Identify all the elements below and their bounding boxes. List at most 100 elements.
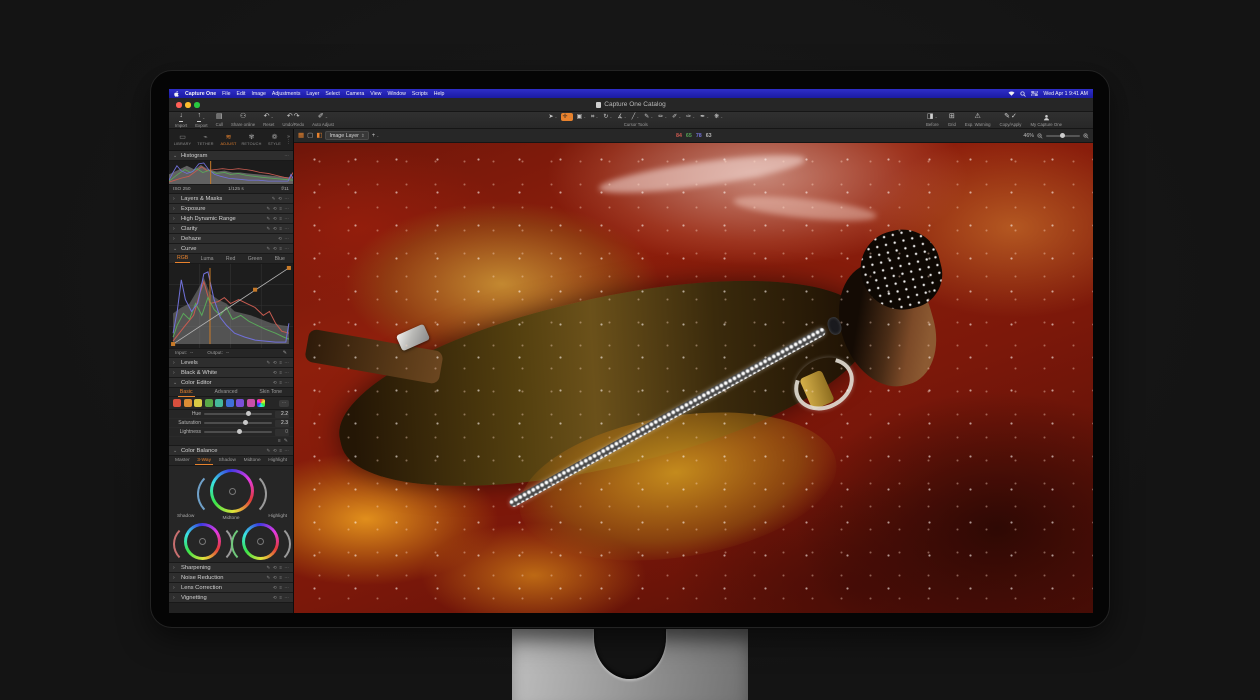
minimize-window-button[interactable] xyxy=(185,102,191,108)
import-button[interactable]: ↓ Import xyxy=(172,112,190,128)
auto-adjust-button[interactable]: ✐⌄ Auto Adjust xyxy=(309,112,337,128)
swatch-more-button[interactable]: ⋯ xyxy=(279,400,289,407)
panel-pen-icon[interactable]: ✎ xyxy=(267,360,271,366)
swatch-magenta[interactable] xyxy=(247,399,255,407)
color-editor-panel-header[interactable]: ⌄ Color Editor ⟲≡⋯ xyxy=(169,378,293,388)
tab-library[interactable]: ▭LIBRARY xyxy=(171,133,194,146)
erase-mask-tool[interactable]: ✐⌄ xyxy=(671,113,683,121)
straighten-tool[interactable]: ╱⌄ xyxy=(630,113,641,121)
panel-more-icon[interactable]: ⋯ xyxy=(284,206,289,212)
menu-clock[interactable]: Wed Apr 1 9:41 AM xyxy=(1043,91,1088,97)
copy-apply-button[interactable]: ✎✓ Copy/Apply xyxy=(996,112,1024,128)
shadow-color-wheel[interactable] xyxy=(184,523,221,560)
zoom-out-icon[interactable] xyxy=(1037,133,1043,139)
panel-reset-icon[interactable]: ⟲ xyxy=(273,226,277,232)
menu-window[interactable]: Window xyxy=(387,91,405,97)
before-button[interactable]: ◨⌄ Before xyxy=(923,112,942,128)
panel-preset-icon[interactable]: ≡ xyxy=(279,370,282,376)
swatch-blue[interactable] xyxy=(226,399,234,407)
menu-help[interactable]: Help xyxy=(434,91,445,97)
panel-preset-icon[interactable]: ≡ xyxy=(279,226,282,232)
midtone-color-wheel[interactable] xyxy=(210,469,254,513)
panel-reset-icon[interactable]: ⟲ xyxy=(273,206,277,212)
exposure-panel-header[interactable]: › Exposure ✎⟲≡⋯ xyxy=(169,204,293,214)
color-balance-panel-header[interactable]: ⌄ Color Balance ✎⟲≡⋯ xyxy=(169,446,293,456)
cull-button[interactable]: ▤ Cull xyxy=(213,112,226,128)
curve-tab-green[interactable]: Green xyxy=(246,255,264,263)
panel-preset-icon[interactable]: ≡ xyxy=(279,380,282,386)
panel-pen-icon[interactable]: ✎ xyxy=(267,565,271,571)
panel-more-icon[interactable]: ⋯ xyxy=(284,585,289,591)
panel-more-icon[interactable]: ⋯ xyxy=(284,246,289,252)
curve-editor[interactable] xyxy=(169,264,293,349)
zoom-slider[interactable] xyxy=(1046,135,1080,137)
sharpening-panel-header[interactable]: › Sharpening ✎⟲≡⋯ xyxy=(169,563,293,573)
panel-pen-icon[interactable]: ✎ xyxy=(272,196,276,202)
panel-pen-icon[interactable]: ✎ xyxy=(267,448,271,454)
hdr-panel-header[interactable]: › High Dynamic Range ✎⟲≡⋯ xyxy=(169,214,293,224)
panel-reset-icon[interactable]: ⟲ xyxy=(273,360,277,366)
apple-menu-icon[interactable] xyxy=(174,91,179,97)
panel-more-icon[interactable]: ⋯ xyxy=(284,370,289,376)
zoom-window-button[interactable] xyxy=(194,102,200,108)
my-capture-one-button[interactable]: My Capture One xyxy=(1027,112,1065,128)
panel-preset-icon[interactable]: ≡ xyxy=(279,565,282,571)
swatch-purple[interactable] xyxy=(236,399,244,407)
menu-image[interactable]: Image xyxy=(251,91,265,97)
saturation-value[interactable]: 2.3 xyxy=(275,420,289,427)
multi-view-icon[interactable]: ▦ xyxy=(298,132,304,139)
panel-more-icon[interactable]: ⋯ xyxy=(284,236,289,242)
ce-brush-icon[interactable]: ✎ xyxy=(284,438,288,444)
undo-redo-button[interactable]: ↶↷ Undo/Redo xyxy=(279,112,307,128)
panel-more-icon[interactable]: ⋯ xyxy=(284,360,289,366)
menu-adjustments[interactable]: Adjustments xyxy=(272,91,301,97)
panel-reset-icon[interactable]: ⟲ xyxy=(273,565,277,571)
panel-more-icon[interactable]: ⋯ xyxy=(284,448,289,454)
draw-mask-tool[interactable]: ✏⌄ xyxy=(657,113,669,121)
swatch-green[interactable] xyxy=(205,399,213,407)
panel-preset-icon[interactable]: ≡ xyxy=(279,360,282,366)
panel-more-icon[interactable]: ⋯ xyxy=(284,380,289,386)
swatch-all-colors[interactable] xyxy=(257,399,265,407)
panel-reset-icon[interactable]: ⟲ xyxy=(278,196,282,202)
select-tool[interactable]: ➤⌄ xyxy=(547,113,559,121)
keystone-tool[interactable]: ∡⌄ xyxy=(616,113,628,121)
histogram-panel-header[interactable]: ⌄ Histogram ⋯ xyxy=(169,151,293,161)
window-title-bar[interactable]: Capture One Catalog xyxy=(169,98,1093,112)
hue-value[interactable]: 2.2 xyxy=(275,411,289,418)
black-white-panel-header[interactable]: › Black & White ⟲≡⋯ xyxy=(169,368,293,378)
hue-slider[interactable] xyxy=(204,413,272,415)
cb-tab-master[interactable]: Master xyxy=(173,457,192,464)
ce-list-icon[interactable]: ≡ xyxy=(278,438,281,444)
panel-pen-icon[interactable]: ✎ xyxy=(267,246,271,252)
panel-pen-icon[interactable]: ✎ xyxy=(267,226,271,232)
ce-tab-advanced[interactable]: Advanced xyxy=(212,388,239,396)
lens-correction-panel-header[interactable]: › Lens Correction ⟲≡⋯ xyxy=(169,583,293,593)
crop-tool[interactable]: ⌗⌄ xyxy=(590,113,600,121)
loupe-tool[interactable]: ▣⌄ xyxy=(575,113,588,121)
curve-panel-header[interactable]: ⌄ Curve ✎⟲≡⋯ xyxy=(169,244,293,254)
panel-preset-icon[interactable]: ≡ xyxy=(279,216,282,222)
panel-more-icon[interactable]: ⋯ xyxy=(284,595,289,601)
panel-pen-icon[interactable]: ✎ xyxy=(267,216,271,222)
panel-reset-icon[interactable]: ⟲ xyxy=(273,595,277,601)
pan-tool-active[interactable]: ✛⌄ xyxy=(561,113,573,121)
swatch-yellow[interactable] xyxy=(194,399,202,407)
tool-settings[interactable]: ❋⌄ xyxy=(713,113,725,121)
panel-reset-icon[interactable]: ⟲ xyxy=(278,236,282,242)
panel-pen-icon[interactable]: ✎ xyxy=(267,206,271,212)
rotate-tool[interactable]: ↻⌄ xyxy=(602,113,614,121)
cb-tab-highlight[interactable]: Highlight xyxy=(266,457,289,464)
add-layer-button[interactable]: + ⌄ xyxy=(372,133,379,139)
menu-edit[interactable]: Edit xyxy=(237,91,246,97)
panel-more-icon[interactable]: ⋯ xyxy=(284,216,289,222)
panel-reset-icon[interactable]: ⟲ xyxy=(273,575,277,581)
levels-panel-header[interactable]: › Levels ✎⟲≡⋯ xyxy=(169,358,293,368)
single-view-icon[interactable]: ▢ xyxy=(307,132,313,139)
reset-button[interactable]: ↶⌄ Reset xyxy=(260,112,277,128)
menu-app-name[interactable]: Capture One xyxy=(185,91,216,97)
layers-masks-panel-header[interactable]: › Layers & Masks ✎⟲⋯ xyxy=(169,194,293,204)
cb-tab-shadow[interactable]: Shadow xyxy=(217,457,238,464)
menu-layer[interactable]: Layer xyxy=(306,91,319,97)
grid-button[interactable]: ⊞ Grid xyxy=(945,112,959,128)
